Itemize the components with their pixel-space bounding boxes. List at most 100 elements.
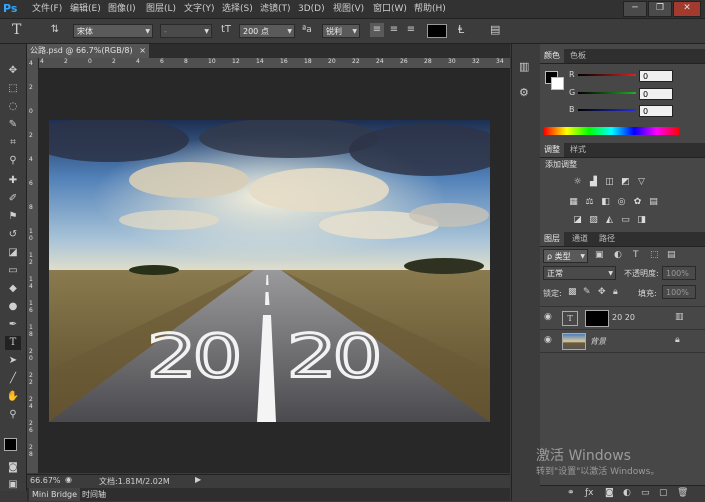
- quick-select-tool-icon[interactable]: ✎: [5, 118, 21, 132]
- visibility-eye-icon[interactable]: ◉: [544, 335, 552, 345]
- posterize-icon[interactable]: ▨: [588, 215, 599, 225]
- tab-adjustments[interactable]: 调整: [540, 143, 564, 157]
- layer-filter-select[interactable]: ρ 类型 ▼: [543, 249, 588, 263]
- vibrance-icon[interactable]: ▽: [636, 177, 647, 187]
- tab-color[interactable]: 颜色: [540, 49, 564, 63]
- lock-position-icon[interactable]: ✥: [598, 287, 606, 297]
- tab-styles[interactable]: 样式: [566, 143, 590, 157]
- channel-g-value[interactable]: 0: [639, 88, 673, 100]
- tab-close-icon[interactable]: ×: [139, 44, 146, 58]
- font-family-select[interactable]: 宋体 ▼: [73, 24, 153, 38]
- brush-tool-icon[interactable]: ✐: [5, 192, 21, 206]
- lasso-tool-icon[interactable]: ◌: [5, 100, 21, 114]
- channel-r-slider[interactable]: [578, 74, 636, 76]
- channel-r-value[interactable]: 0: [639, 70, 673, 82]
- healing-brush-tool-icon[interactable]: ✚: [5, 174, 21, 188]
- menu-file[interactable]: 文件(F): [32, 2, 62, 16]
- gradient-tool-icon[interactable]: ▭: [5, 264, 21, 278]
- properties-panel-icon[interactable]: ⚙: [519, 86, 529, 99]
- link-layers-icon[interactable]: ⚭: [567, 488, 575, 498]
- levels-icon[interactable]: ▟: [588, 177, 599, 187]
- document-tab[interactable]: 公路.psd @ 66.7%(RGB/8) ×: [27, 44, 149, 58]
- zoom-level[interactable]: 66.67%: [30, 476, 61, 485]
- menu-layer[interactable]: 图层(L): [146, 2, 176, 16]
- eyedropper-tool-icon[interactable]: ⚲: [5, 154, 21, 168]
- menu-window[interactable]: 窗口(W): [373, 2, 407, 16]
- lock-pixels-icon[interactable]: ✎: [583, 287, 591, 297]
- status-menu-arrow-icon[interactable]: ▶: [195, 475, 201, 484]
- exposure-icon[interactable]: ◩: [620, 177, 631, 187]
- brightness-icon[interactable]: ☼: [572, 177, 583, 187]
- hue-saturation-icon[interactable]: ▦: [568, 197, 579, 207]
- close-button[interactable]: ✕: [673, 1, 701, 17]
- history-panel-icon[interactable]: ▥: [519, 60, 529, 73]
- color-lookup-icon[interactable]: ▤: [648, 197, 659, 207]
- text-color-swatch[interactable]: [427, 24, 447, 38]
- align-center-icon[interactable]: ≡: [387, 23, 401, 37]
- layer-name[interactable]: 20 20: [612, 313, 635, 322]
- filter-shape-icon[interactable]: ⬚: [650, 250, 659, 260]
- filter-text-icon[interactable]: T: [633, 250, 639, 260]
- align-right-icon[interactable]: ≡: [404, 23, 418, 37]
- type-tool-icon[interactable]: T: [12, 22, 21, 38]
- text-orientation-icon[interactable]: ⇅: [48, 24, 62, 38]
- filter-smart-icon[interactable]: ▤: [667, 250, 676, 260]
- selective-color-icon[interactable]: ◨: [636, 215, 647, 225]
- clone-stamp-tool-icon[interactable]: ⚑: [5, 210, 21, 224]
- character-panel-icon[interactable]: ▤: [490, 23, 500, 36]
- pen-tool-icon[interactable]: ✒: [5, 318, 21, 332]
- channel-g-slider[interactable]: [578, 92, 636, 94]
- restore-button[interactable]: ❐: [648, 1, 672, 17]
- channel-b-slider[interactable]: [578, 109, 636, 111]
- lock-all-icon[interactable]: 🔒︎: [613, 287, 618, 297]
- layer-name[interactable]: 背景: [590, 336, 606, 347]
- fill-input[interactable]: 100%: [662, 285, 696, 299]
- path-select-tool-icon[interactable]: ➤: [5, 354, 21, 368]
- blend-mode-select[interactable]: 正常 ▼: [543, 266, 616, 280]
- color-spectrum-bar[interactable]: [544, 127, 679, 135]
- black-white-icon[interactable]: ◧: [600, 197, 611, 207]
- move-tool-icon[interactable]: ✥: [5, 64, 21, 78]
- quick-mask-icon[interactable]: ◙: [5, 461, 21, 475]
- menu-filter[interactable]: 滤镜(T): [260, 2, 291, 16]
- crop-tool-icon[interactable]: ⌗: [5, 136, 21, 150]
- foreground-color-swatch[interactable]: [4, 438, 17, 451]
- color-balance-icon[interactable]: ⚖: [584, 197, 595, 207]
- color-bg-swatch[interactable]: [551, 77, 564, 90]
- tab-timeline[interactable]: 时间轴: [79, 488, 109, 501]
- tab-paths[interactable]: 路径: [595, 232, 619, 246]
- channel-b-value[interactable]: 0: [639, 105, 673, 117]
- threshold-icon[interactable]: ◭: [604, 215, 615, 225]
- marquee-tool-icon[interactable]: ⬚: [5, 82, 21, 96]
- zoom-tool-icon[interactable]: ⚲: [5, 408, 21, 422]
- tab-channels[interactable]: 通道: [568, 232, 592, 246]
- channel-mixer-icon[interactable]: ✿: [632, 197, 643, 207]
- curves-icon[interactable]: ◫: [604, 177, 615, 187]
- tab-swatches[interactable]: 色板: [566, 49, 590, 63]
- menu-view[interactable]: 视图(V): [333, 2, 364, 16]
- align-left-icon[interactable]: ≡: [370, 23, 384, 37]
- eraser-tool-icon[interactable]: ◪: [5, 246, 21, 260]
- blur-tool-icon[interactable]: ◆: [5, 282, 21, 296]
- anti-alias-select[interactable]: 锐利 ▼: [322, 24, 360, 38]
- adjustment-layer-icon[interactable]: ◐: [623, 488, 631, 498]
- menu-help[interactable]: 帮助(H): [414, 2, 446, 16]
- tab-layers[interactable]: 图层: [540, 232, 564, 246]
- history-brush-tool-icon[interactable]: ↺: [5, 228, 21, 242]
- lock-transparent-icon[interactable]: ▩: [568, 287, 577, 297]
- type-tool-active-icon[interactable]: T: [5, 336, 21, 350]
- layer-mask-icon[interactable]: ◙: [605, 488, 614, 498]
- filter-pixel-icon[interactable]: ▣: [595, 250, 604, 260]
- menu-type[interactable]: 文字(Y): [184, 2, 215, 16]
- hand-tool-icon[interactable]: ✋: [5, 390, 21, 404]
- invert-icon[interactable]: ◪: [572, 215, 583, 225]
- font-size-select[interactable]: 200 点 ▼: [239, 24, 295, 38]
- tab-mini-bridge[interactable]: Mini Bridge: [29, 488, 81, 501]
- document-image[interactable]: 20 20: [49, 120, 490, 422]
- menu-edit[interactable]: 编辑(E): [70, 2, 101, 16]
- photo-filter-icon[interactable]: ◎: [616, 197, 627, 207]
- group-folder-icon[interactable]: ▭: [641, 488, 650, 498]
- layer-row-background[interactable]: ◉ 背景 🔒︎: [540, 330, 705, 353]
- new-layer-icon[interactable]: ▢: [659, 488, 668, 498]
- opacity-input[interactable]: 100%: [662, 266, 696, 280]
